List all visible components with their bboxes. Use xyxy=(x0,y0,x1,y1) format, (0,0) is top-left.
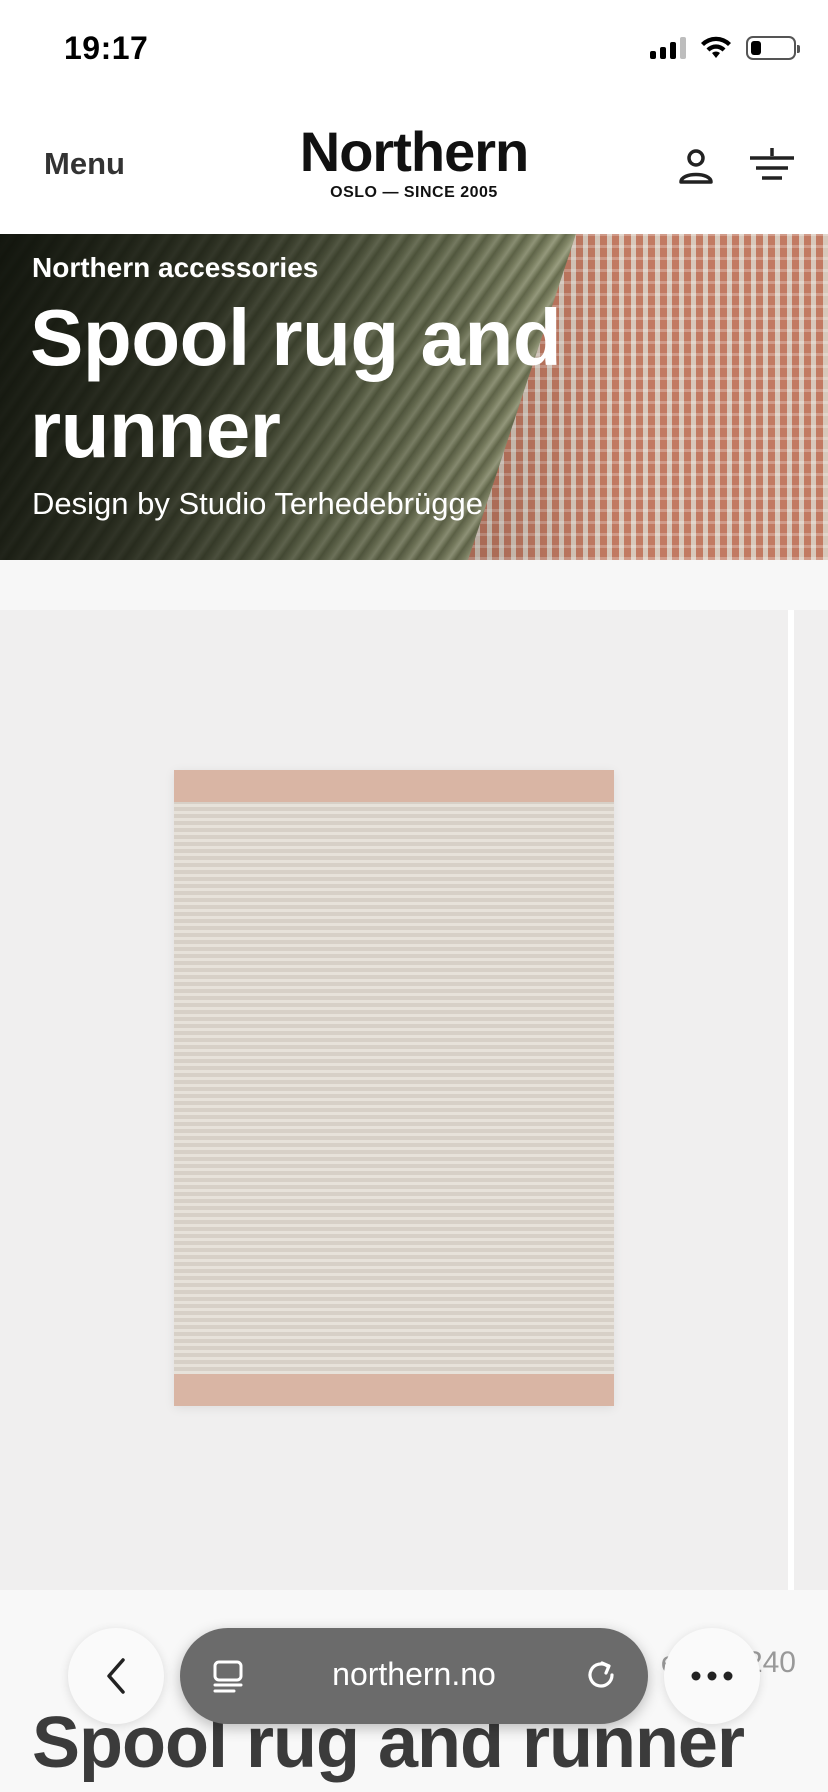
status-icons xyxy=(650,36,800,60)
status-bar: 19:17 xyxy=(0,0,828,100)
address-bar[interactable]: northern.no xyxy=(180,1628,648,1724)
basket-icon[interactable] xyxy=(748,144,796,186)
product-image-rug xyxy=(174,770,614,1406)
gallery-next-slide[interactable] xyxy=(794,610,828,1590)
back-button[interactable] xyxy=(68,1628,164,1724)
battery-icon xyxy=(746,36,800,60)
product-image-gallery[interactable] xyxy=(0,610,788,1590)
hero-eyebrow[interactable]: Northern accessories xyxy=(32,252,318,284)
logo-tagline: OSLO — SINCE 2005 xyxy=(330,184,498,201)
chevron-left-icon xyxy=(107,1658,125,1694)
account-icon[interactable] xyxy=(676,146,716,186)
reload-icon[interactable] xyxy=(582,1656,620,1694)
more-icon xyxy=(691,1671,733,1681)
hero-title: Spool rug and runner xyxy=(30,293,562,474)
hero-designer: Design by Studio Terhedebrügge xyxy=(32,486,483,521)
wifi-icon xyxy=(701,36,731,58)
site-header: Menu Northern OSLO — SINCE 2005 xyxy=(0,100,828,234)
cellular-signal-icon xyxy=(650,37,686,59)
more-button[interactable] xyxy=(664,1628,760,1724)
hero-banner: Northern accessories Spool rug and runne… xyxy=(0,234,828,560)
gallery-spacer xyxy=(0,560,828,610)
status-time: 19:17 xyxy=(64,30,149,66)
url-text[interactable]: northern.no xyxy=(180,1656,648,1693)
